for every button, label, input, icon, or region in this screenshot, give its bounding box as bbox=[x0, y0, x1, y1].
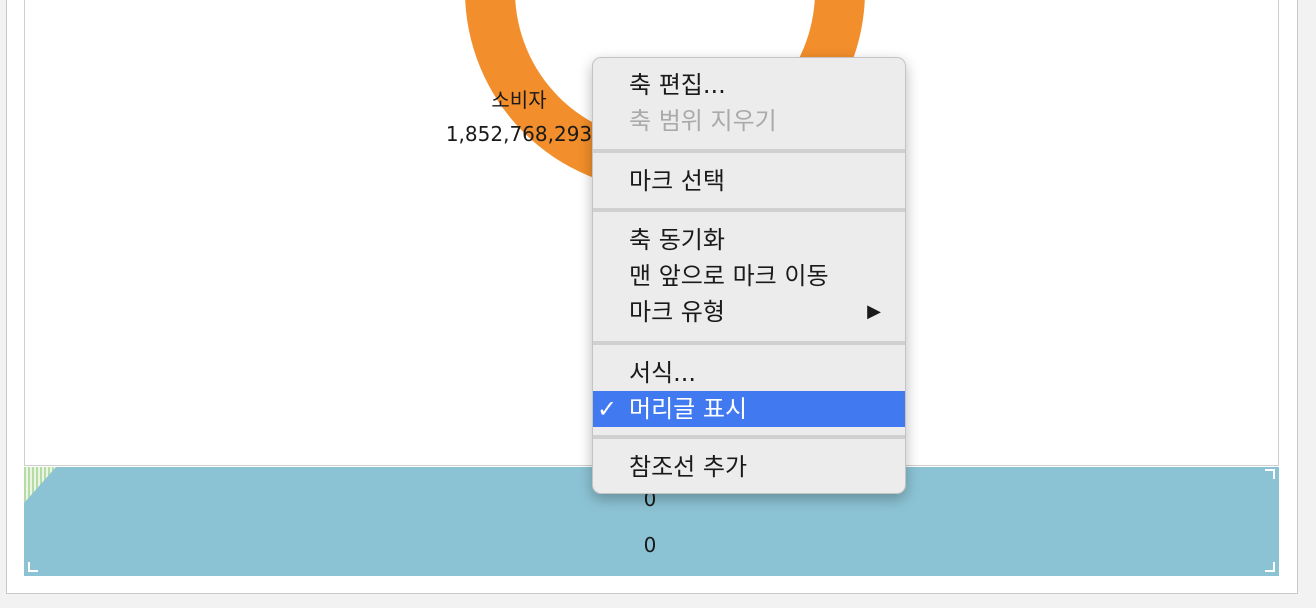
menu-item-select-marks[interactable]: 마크 선택 bbox=[593, 163, 905, 199]
menu-item-label: 축 동기화 bbox=[629, 226, 725, 254]
menu-separator bbox=[593, 149, 905, 153]
menu-item-label: 마크 선택 bbox=[629, 167, 725, 195]
slice-label-value: 1,852,768,293 bbox=[445, 122, 593, 146]
menu-separator bbox=[593, 341, 905, 345]
resize-corner-top-right bbox=[1265, 469, 1275, 479]
menu-item-label: 마크 유형 bbox=[629, 298, 725, 326]
menu-item-edit-axis[interactable]: 축 편집... bbox=[593, 67, 905, 103]
menu-item-label: 맨 앞으로 마크 이동 bbox=[629, 262, 829, 290]
checkmark-icon: ✓ bbox=[597, 395, 618, 423]
menu-item-clear-axis-range: 축 범위 지우기 bbox=[593, 103, 905, 139]
hatch-pattern bbox=[24, 467, 56, 503]
menu-item-mark-type[interactable]: 마크 유형 ▶ bbox=[593, 294, 905, 330]
submenu-arrow-icon: ▶ bbox=[867, 301, 881, 322]
menu-item-add-reference-line[interactable]: 참조선 추가 bbox=[593, 449, 905, 485]
slice-label: 소비자 1,852,768,293 bbox=[429, 83, 609, 151]
band-value: 0 bbox=[643, 533, 657, 557]
menu-item-label: 서식... bbox=[629, 359, 697, 387]
menu-item-format[interactable]: 서식... bbox=[593, 355, 905, 391]
menu-item-label: 머리글 표시 bbox=[629, 395, 748, 423]
menu-item-synchronize-axis[interactable]: 축 동기화 bbox=[593, 222, 905, 258]
context-menu: 축 편집... 축 범위 지우기 마크 선택 축 동기화 맨 앞으로 마크 이동… bbox=[592, 57, 906, 494]
menu-item-label: 참조선 추가 bbox=[629, 453, 748, 481]
menu-separator bbox=[593, 208, 905, 212]
resize-corner-bottom-right bbox=[1265, 562, 1275, 572]
resize-corner-bottom-left bbox=[28, 562, 38, 572]
menu-item-label: 축 편집... bbox=[629, 71, 726, 99]
menu-item-show-header[interactable]: ✓ 머리글 표시 bbox=[593, 391, 905, 427]
menu-item-label: 축 범위 지우기 bbox=[629, 107, 777, 135]
slice-label-name: 소비자 bbox=[491, 88, 547, 112]
menu-separator bbox=[593, 435, 905, 439]
menu-item-move-marks-to-front[interactable]: 맨 앞으로 마크 이동 bbox=[593, 258, 905, 294]
